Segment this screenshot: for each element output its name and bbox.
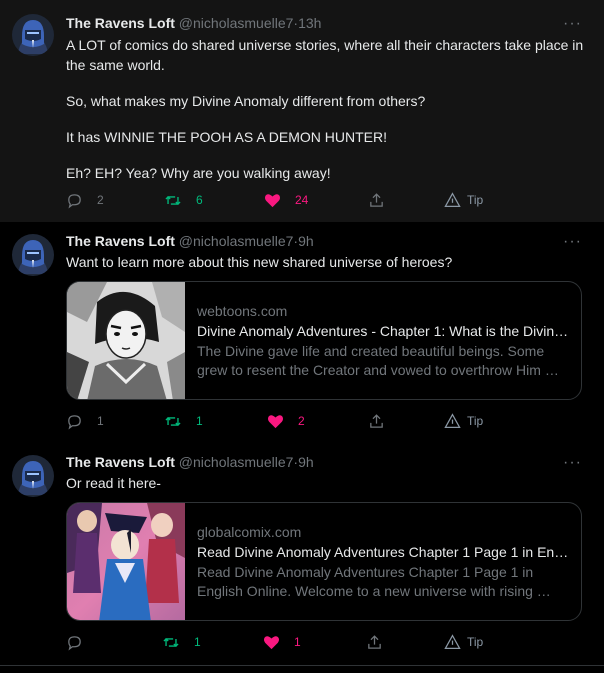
like-button[interactable]: 1 bbox=[263, 632, 301, 652]
retweet-button[interactable]: 1 bbox=[164, 411, 203, 431]
reply-button[interactable]: 2 bbox=[66, 190, 104, 210]
retweet-count: 1 bbox=[194, 635, 201, 649]
card-thumbnail bbox=[67, 503, 185, 620]
heart-icon bbox=[267, 415, 284, 429]
tweet[interactable]: The Ravens Loft @nicholasmuelle7·9h ··· … bbox=[0, 443, 604, 665]
card-body: globalcomix.com Read Divine Anomaly Adve… bbox=[197, 523, 575, 601]
share-button[interactable] bbox=[368, 411, 385, 431]
retweet-button[interactable]: 6 bbox=[164, 190, 203, 210]
author-handle[interactable]: @nicholasmuelle7 bbox=[179, 233, 294, 249]
link-card[interactable]: globalcomix.com Read Divine Anomaly Adve… bbox=[66, 502, 582, 621]
tweet[interactable]: The Ravens Loft @nicholasmuelle7·9h ··· … bbox=[0, 222, 604, 443]
heart-icon bbox=[264, 194, 281, 208]
divider bbox=[0, 665, 604, 666]
reply-count: 1 bbox=[97, 414, 104, 428]
reply-icon bbox=[68, 635, 81, 650]
more-icon[interactable]: ··· bbox=[563, 455, 582, 471]
share-icon bbox=[370, 413, 383, 428]
tweet-header: The Ravens Loft @nicholasmuelle7·9h bbox=[66, 452, 314, 472]
tweet-actions: 1 1 Tip bbox=[66, 632, 586, 652]
timestamp[interactable]: 9h bbox=[298, 454, 314, 470]
like-button[interactable]: 2 bbox=[267, 411, 305, 431]
more-icon[interactable]: ··· bbox=[563, 16, 582, 32]
tweet-text: Or read it here- bbox=[66, 473, 586, 493]
timestamp[interactable]: 9h bbox=[298, 233, 314, 249]
card-domain: globalcomix.com bbox=[197, 524, 302, 540]
tip-icon bbox=[444, 192, 461, 208]
retweet-count: 1 bbox=[196, 414, 203, 428]
reply-icon bbox=[68, 193, 81, 208]
retweet-icon bbox=[165, 195, 181, 205]
like-count: 2 bbox=[298, 414, 305, 428]
card-description: Read Divine Anomaly Adventures Chapter 1… bbox=[197, 564, 551, 599]
tweet-paragraph: Or read it here- bbox=[66, 475, 161, 491]
link-card[interactable]: webtoons.com Divine Anomaly Adventures -… bbox=[66, 281, 582, 400]
tip-button[interactable]: Tip bbox=[444, 411, 483, 431]
tip-label: Tip bbox=[467, 635, 484, 649]
tweet-text: Want to learn more about this new shared… bbox=[66, 252, 586, 272]
tip-icon bbox=[444, 413, 461, 429]
share-button[interactable] bbox=[368, 190, 385, 210]
like-button[interactable]: 24 bbox=[264, 190, 308, 210]
reply-button[interactable] bbox=[66, 632, 97, 652]
like-count: 1 bbox=[294, 635, 301, 649]
avatar[interactable] bbox=[12, 14, 54, 56]
author-handle[interactable]: @nicholasmuelle7 bbox=[179, 15, 294, 31]
card-description: The Divine gave life and created beautif… bbox=[197, 343, 559, 378]
like-count: 24 bbox=[295, 193, 309, 207]
author-name[interactable]: The Ravens Loft bbox=[66, 454, 175, 470]
share-icon bbox=[370, 192, 383, 207]
tweet-header: The Ravens Loft @nicholasmuelle7·9h bbox=[66, 231, 314, 251]
share-button[interactable] bbox=[366, 632, 383, 652]
tip-button[interactable]: Tip bbox=[444, 190, 483, 210]
tweet-text: A LOT of comics do shared universe stori… bbox=[66, 35, 586, 183]
card-domain: webtoons.com bbox=[197, 303, 288, 319]
tip-button[interactable]: Tip bbox=[444, 632, 483, 652]
author-handle[interactable]: @nicholasmuelle7 bbox=[179, 454, 294, 470]
tweet-paragraph: It has WINNIE THE POOH AS A DEMON HUNTER… bbox=[66, 129, 388, 145]
avatar[interactable] bbox=[12, 234, 54, 276]
share-icon bbox=[368, 634, 381, 649]
tweet-header: The Ravens Loft @nicholasmuelle7·13h bbox=[66, 13, 321, 33]
tweet-paragraph: So, what makes my Divine Anomaly differe… bbox=[66, 93, 426, 109]
reply-button[interactable]: 1 bbox=[66, 411, 104, 431]
heart-icon bbox=[263, 636, 280, 650]
tip-label: Tip bbox=[467, 193, 484, 207]
card-thumbnail bbox=[67, 282, 185, 399]
tip-label: Tip bbox=[467, 414, 484, 428]
tweet-actions: 1 1 2 Tip bbox=[66, 411, 586, 431]
author-name[interactable]: The Ravens Loft bbox=[66, 15, 175, 31]
tweet-paragraph: Eh? EH? Yea? Why are you walking away! bbox=[66, 165, 331, 181]
tweet-paragraph: Want to learn more about this new shared… bbox=[66, 254, 453, 270]
tweet[interactable]: The Ravens Loft @nicholasmuelle7·13h ···… bbox=[0, 0, 604, 222]
retweet-icon bbox=[165, 416, 181, 426]
retweet-count: 6 bbox=[196, 193, 203, 207]
card-title: Divine Anomaly Adventures - Chapter 1: W… bbox=[197, 323, 575, 339]
tweet-actions: 2 6 24 Tip bbox=[66, 190, 586, 210]
author-name[interactable]: The Ravens Loft bbox=[66, 233, 175, 249]
tip-icon bbox=[444, 634, 461, 650]
retweet-button[interactable]: 1 bbox=[162, 632, 201, 652]
reply-count: 2 bbox=[97, 193, 104, 207]
card-title: Read Divine Anomaly Adventures Chapter 1… bbox=[197, 544, 575, 560]
avatar[interactable] bbox=[12, 455, 54, 497]
timestamp[interactable]: 13h bbox=[298, 15, 321, 31]
card-body: webtoons.com Divine Anomaly Adventures -… bbox=[197, 302, 575, 380]
more-icon[interactable]: ··· bbox=[563, 234, 582, 250]
retweet-icon bbox=[163, 637, 179, 647]
reply-icon bbox=[68, 414, 81, 429]
tweet-paragraph: A LOT of comics do shared universe stori… bbox=[66, 37, 584, 73]
